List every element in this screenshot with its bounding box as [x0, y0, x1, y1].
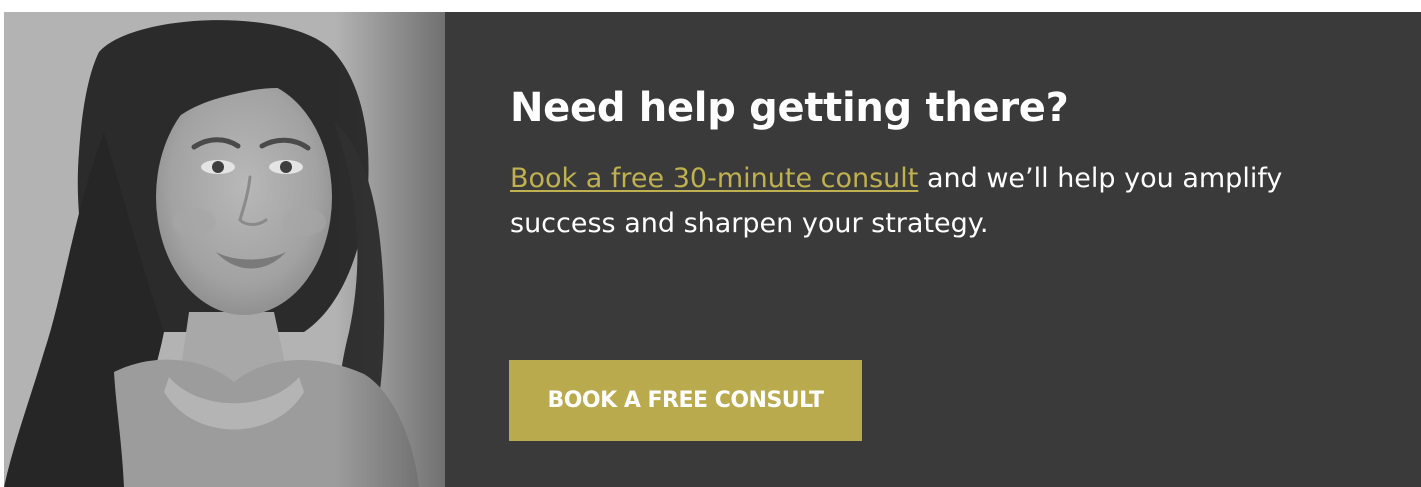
consult-banner: Need help getting there? Book a free 30-… [4, 12, 1421, 487]
book-consult-link[interactable]: Book a free 30-minute consult [510, 163, 918, 194]
headline: Need help getting there? [510, 85, 1069, 131]
portrait-illustration [4, 12, 445, 487]
body-text: Book a free 30-minute consult and we’ll … [510, 156, 1370, 246]
portrait-photo [4, 12, 445, 487]
banner-content: Need help getting there? Book a free 30-… [510, 82, 1390, 246]
book-free-consult-button[interactable]: BOOK A FREE CONSULT [509, 360, 862, 441]
